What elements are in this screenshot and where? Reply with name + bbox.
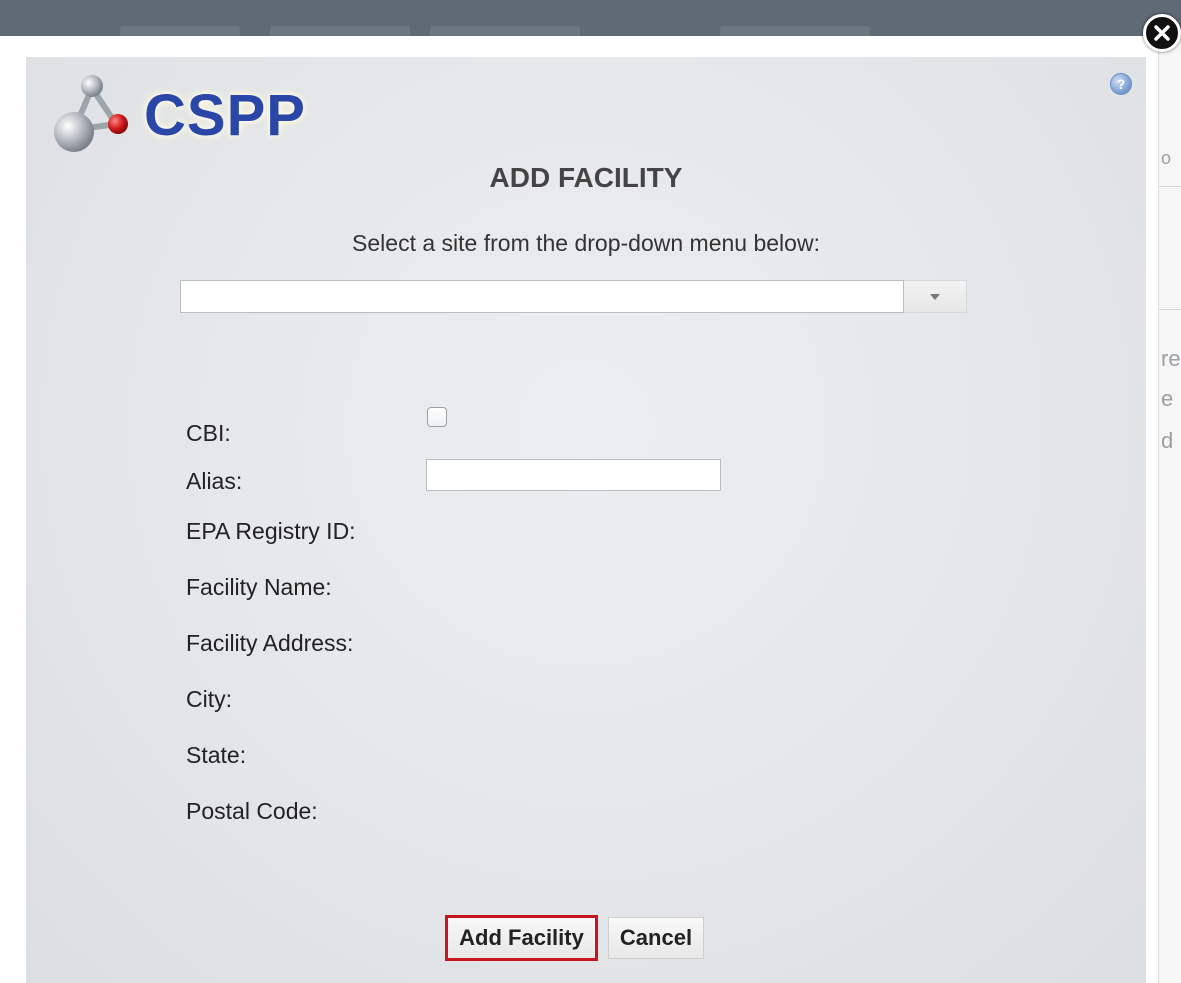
site-select-instruction: Select a site from the drop-down menu be… xyxy=(352,230,820,256)
background-page-edge: o re e d xyxy=(1158,36,1181,983)
background-divider xyxy=(1159,186,1181,187)
background-text-fragment: d xyxy=(1161,428,1174,453)
cspp-logo: CSPP xyxy=(52,72,322,156)
cancel-button[interactable]: Cancel xyxy=(608,917,704,959)
help-icon-glyph: ? xyxy=(1116,76,1126,92)
alias-label: Alias: xyxy=(186,468,243,494)
dialog-title: ADD FACILITY xyxy=(489,162,683,193)
site-select-field[interactable] xyxy=(180,280,904,313)
help-icon[interactable]: ? xyxy=(1110,73,1132,95)
add-facility-button[interactable]: Add Facility xyxy=(445,915,598,961)
facility-name-label: Facility Name: xyxy=(186,574,332,600)
background-text-fragment: e xyxy=(1161,386,1174,411)
molecule-icon xyxy=(54,75,128,152)
background-topbar xyxy=(0,0,1181,36)
postal-code-label: Postal Code: xyxy=(186,798,318,824)
state-label: State: xyxy=(186,742,247,768)
background-tab xyxy=(430,26,580,36)
background-text-fragment: re xyxy=(1161,346,1181,371)
site-select-dropdown-button[interactable] xyxy=(904,280,967,313)
alias-input[interactable] xyxy=(426,459,721,491)
facility-address-label: Facility Address: xyxy=(186,630,354,656)
background-tab xyxy=(720,26,870,36)
site-select[interactable] xyxy=(180,280,967,313)
close-button[interactable] xyxy=(1143,14,1181,52)
chevron-down-icon xyxy=(930,293,940,300)
background-tab xyxy=(120,26,240,36)
background-divider xyxy=(1159,309,1181,310)
cbi-checkbox[interactable] xyxy=(427,407,447,427)
logo-text: CSPP xyxy=(144,83,306,148)
close-icon xyxy=(1154,25,1170,41)
cbi-label: CBI: xyxy=(186,420,231,446)
city-label: City: xyxy=(186,686,232,712)
background-text-fragment: o xyxy=(1161,148,1172,168)
epa-registry-id-label: EPA Registry ID: xyxy=(186,518,356,544)
background-tab xyxy=(270,26,410,36)
